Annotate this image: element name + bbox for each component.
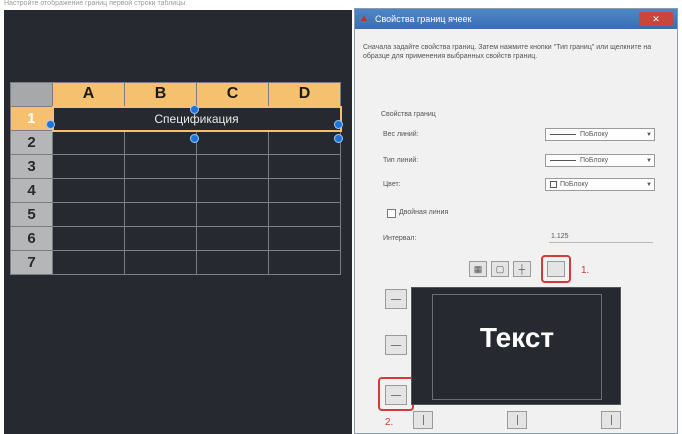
line-sample-icon [550,160,576,161]
table-cell[interactable] [52,250,125,275]
linetype-value: ПоБлоку [580,157,609,164]
grip-handle[interactable] [334,134,343,143]
column-header-c[interactable]: C [196,82,269,107]
spacing-input-underline [549,242,653,243]
row-header-5[interactable]: 5 [10,202,53,227]
table-cell[interactable] [196,130,269,155]
grip-handle[interactable] [334,120,343,129]
highlight-box [378,377,414,411]
grid-inside-icon[interactable]: ┼ [513,261,531,277]
color-value: ПоБлоку [560,181,589,188]
top-border-icon[interactable] [385,289,407,309]
vertical-inner-border-icon[interactable] [507,411,527,429]
spacing-input[interactable]: 1.125 [551,233,569,240]
corner-cell[interactable] [10,82,53,107]
dialog-titlebar[interactable]: ▲ Свойства границ ячеек ✕ [355,9,677,29]
double-line-checkbox[interactable] [387,209,396,218]
lineweight-select[interactable]: ПоБлоку ▼ [545,128,655,141]
table-cell[interactable] [124,154,197,179]
step-2-label: 2. [385,417,394,428]
table-cell[interactable] [268,226,341,251]
column-header-b[interactable]: B [124,82,197,107]
table-cell[interactable] [268,250,341,275]
autocad-logo-icon: ▲ [359,13,369,24]
table-cell[interactable] [52,226,125,251]
grid-outside-icon[interactable]: ▢ [491,261,509,277]
table-cell[interactable] [52,130,125,155]
cell-border-properties-dialog: ▲ Свойства границ ячеек ✕ Сначала задайт… [354,8,678,434]
table-row: 1 Спецификация [10,105,342,132]
grid-all-icon[interactable]: ▦ [469,261,487,277]
preview-text: Текст [479,322,555,353]
column-header-d[interactable]: D [268,82,341,107]
table-cell[interactable] [124,250,197,275]
table-row: 5 [10,202,341,227]
row-header-3[interactable]: 3 [10,154,53,179]
table-cell[interactable] [196,178,269,203]
column-header-row: A B C D [10,82,341,107]
table-cell[interactable] [196,250,269,275]
lineweight-value: ПоБлоку [580,131,609,138]
color-swatch-icon [550,181,557,188]
table-row: 3 [10,154,341,179]
table-cell[interactable] [52,178,125,203]
caption: Настройте отображение границ первой стро… [4,0,186,7]
table-cell[interactable] [52,154,125,179]
row-header-7[interactable]: 7 [10,250,53,275]
column-header-a[interactable]: A [52,82,125,107]
table-row: 4 [10,178,341,203]
grip-handle[interactable] [190,105,199,114]
row-header-2[interactable]: 2 [10,130,53,155]
table-cell[interactable] [268,130,341,155]
table-row: 7 [10,250,341,275]
table-cell[interactable] [124,178,197,203]
right-border-icon[interactable] [601,411,621,429]
close-button[interactable]: ✕ [639,12,673,26]
left-border-icon[interactable] [413,411,433,429]
instructions-text: Сначала задайте свойства границ. Затем н… [363,44,652,60]
dialog-title: Свойства границ ячеек [375,14,472,24]
double-line-label: Двойная линия [399,209,449,216]
linetype-select[interactable]: ПоБлоку ▼ [545,154,655,167]
lineweight-label: Вес линий: [383,131,419,138]
step-1-label: 1. [581,265,590,276]
row-header-4[interactable]: 4 [10,178,53,203]
grip-handle[interactable] [190,134,199,143]
linetype-label: Тип линий: [383,157,419,164]
highlight-box [541,255,571,283]
table-cell[interactable] [196,226,269,251]
drawing-canvas[interactable]: A B C D 1 Спецификация 2 3 4 5 6 7 [4,10,352,434]
line-sample-icon [550,134,576,135]
table-cell[interactable] [268,154,341,179]
row-header-6[interactable]: 6 [10,226,53,251]
table-row: 2 [10,130,341,155]
chevron-down-icon: ▼ [646,181,652,188]
color-select[interactable]: ПоБлоку ▼ [545,178,655,191]
border-properties-group-label: Свойства границ [381,111,436,118]
border-preview[interactable]: Текст [411,287,621,405]
table-cell[interactable] [268,202,341,227]
table-cell[interactable] [52,202,125,227]
horizontal-inner-border-icon[interactable] [385,335,407,355]
chevron-down-icon: ▼ [646,157,652,164]
spacing-label: Интервал: [383,235,417,242]
table-row: 6 [10,226,341,251]
table-cell[interactable] [124,226,197,251]
grip-handle[interactable] [46,120,55,129]
table-cell[interactable] [268,178,341,203]
table-cell[interactable] [196,154,269,179]
table-cell[interactable] [124,202,197,227]
table-cell[interactable] [124,130,197,155]
table-cell[interactable] [196,202,269,227]
table[interactable]: A B C D 1 Спецификация 2 3 4 5 6 7 [10,82,342,275]
chevron-down-icon: ▼ [646,131,652,138]
color-label: Цвет: [383,181,401,188]
